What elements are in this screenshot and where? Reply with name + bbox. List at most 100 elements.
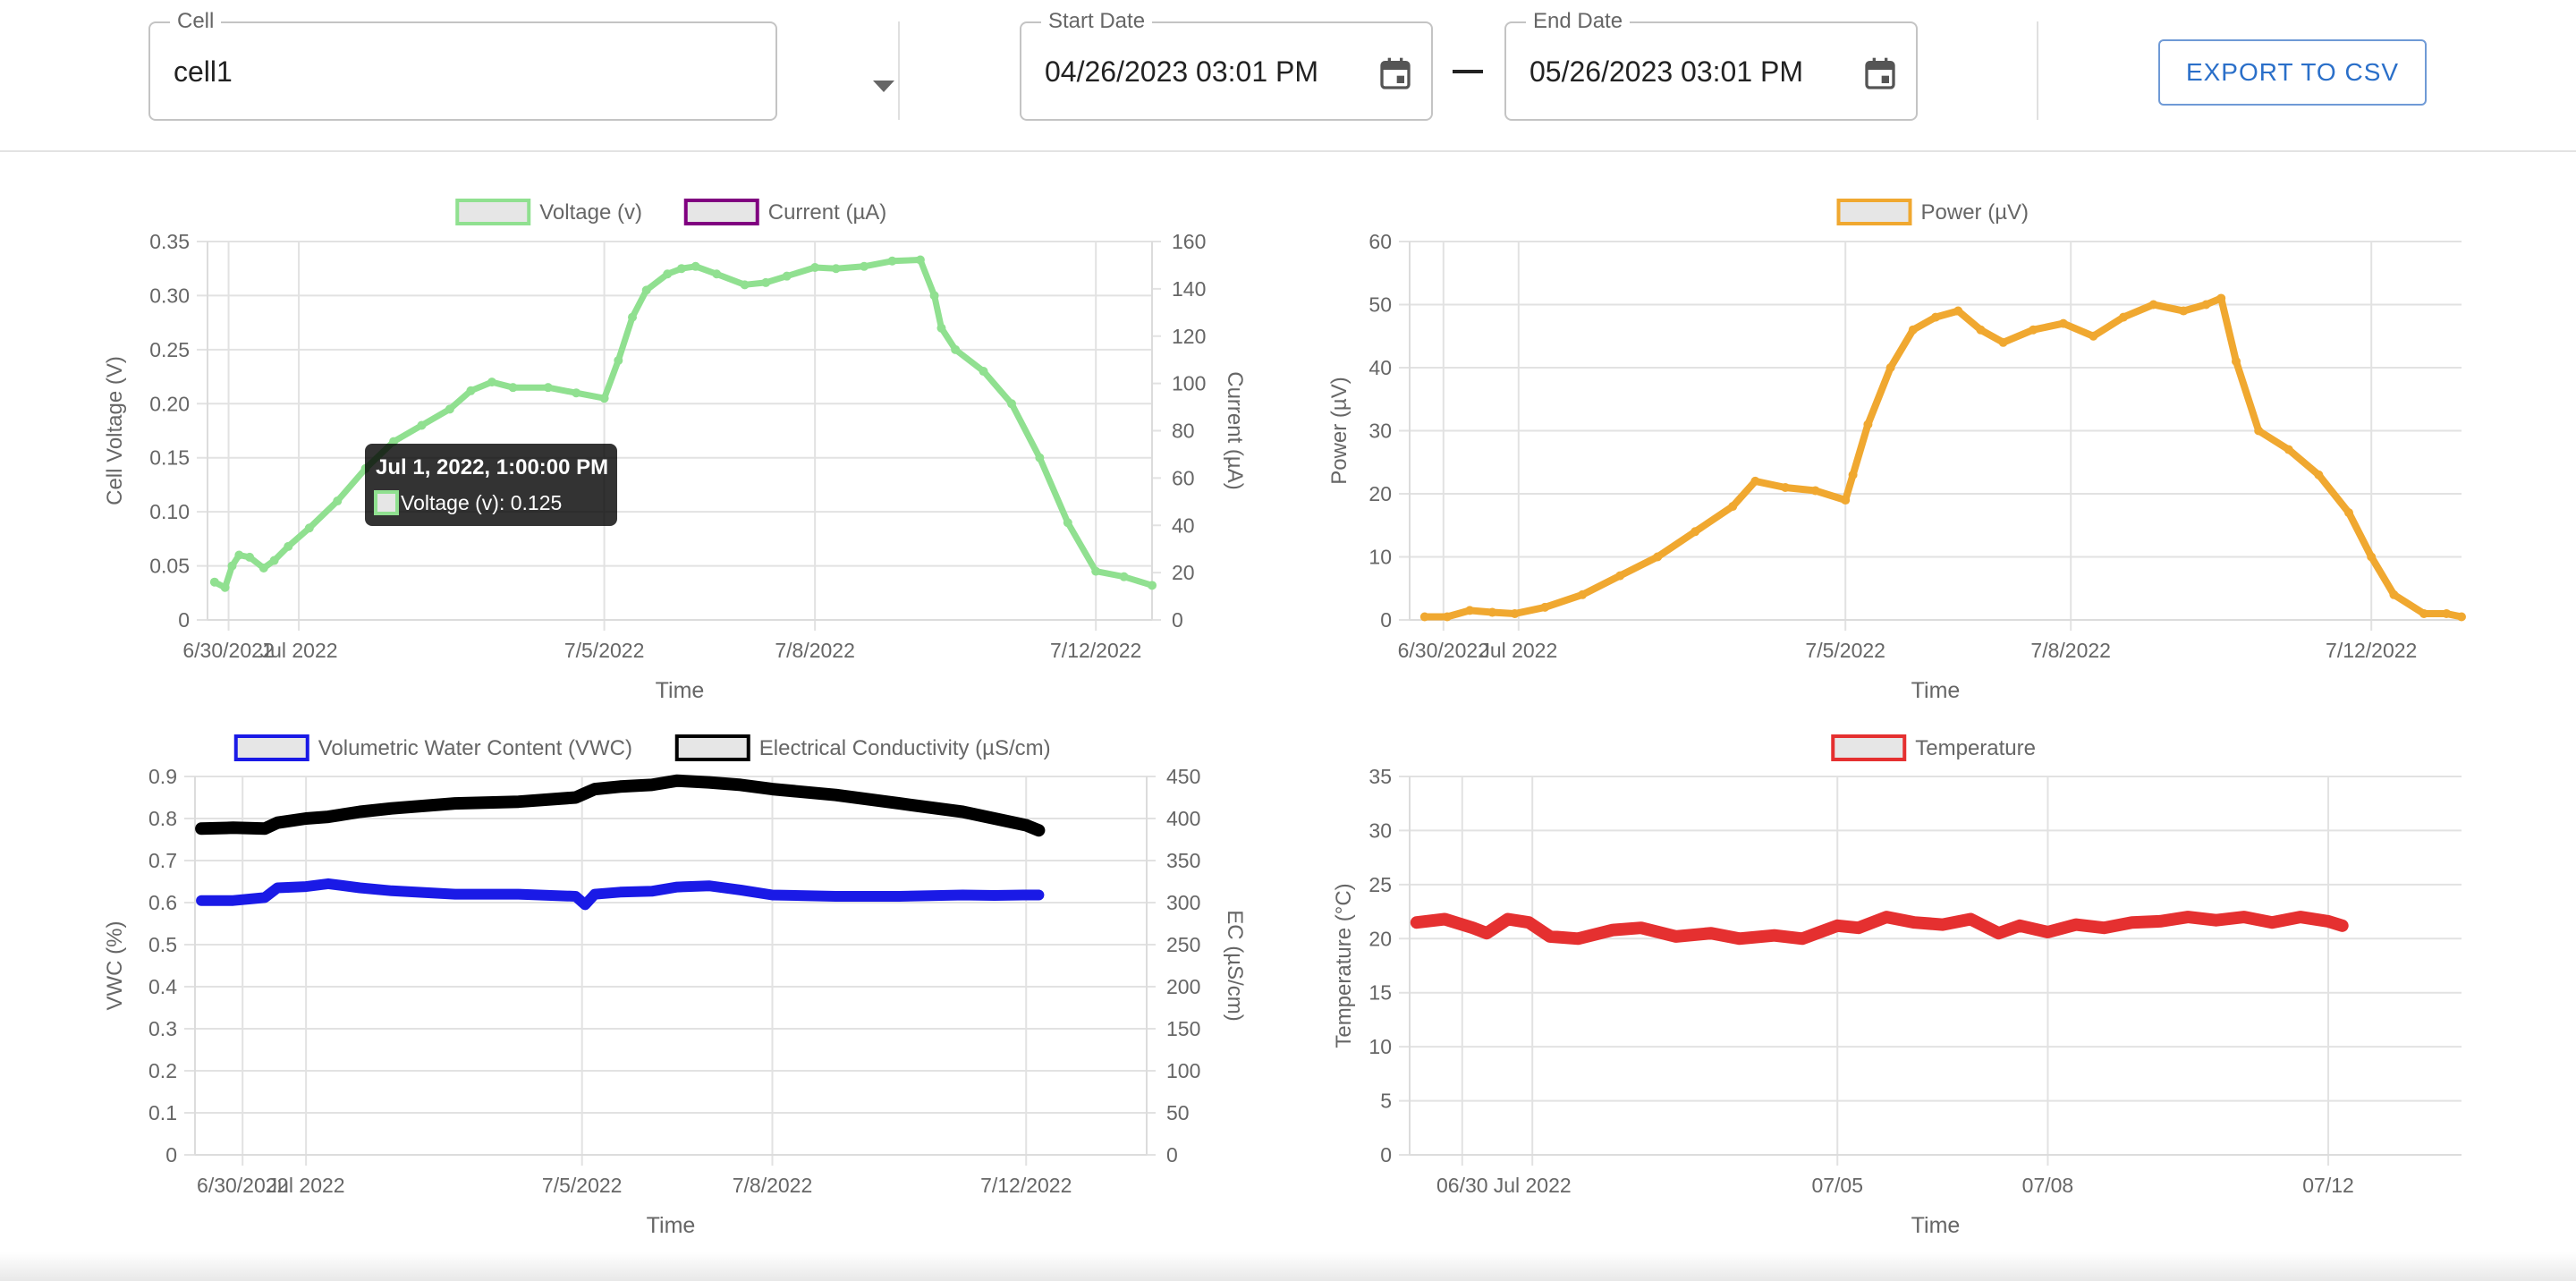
data-point[interactable] bbox=[614, 355, 623, 365]
y2-tick-label: 80 bbox=[1172, 420, 1195, 443]
data-point[interactable] bbox=[1863, 420, 1873, 429]
data-point[interactable] bbox=[2254, 426, 2264, 436]
data-point[interactable] bbox=[487, 378, 496, 387]
data-point[interactable] bbox=[628, 312, 638, 322]
data-point[interactable] bbox=[2119, 312, 2128, 322]
data-point[interactable] bbox=[951, 344, 961, 354]
data-point[interactable] bbox=[543, 383, 553, 393]
data-point[interactable] bbox=[209, 577, 219, 587]
data-point[interactable] bbox=[1750, 476, 1760, 486]
data-point[interactable] bbox=[1035, 453, 1045, 462]
legend-item[interactable]: Current (µA) bbox=[683, 199, 887, 225]
data-point[interactable] bbox=[2216, 293, 2226, 303]
legend-item[interactable]: Volumetric Water Content (VWC) bbox=[233, 734, 632, 761]
x-tick-label: 06/30 bbox=[1436, 1174, 1488, 1197]
y-tick-label: 60 bbox=[1368, 230, 1392, 253]
data-point[interactable] bbox=[234, 550, 244, 560]
data-point[interactable] bbox=[2029, 325, 2038, 335]
data-point[interactable] bbox=[979, 367, 988, 377]
data-point[interactable] bbox=[2457, 612, 2466, 622]
data-point[interactable] bbox=[2058, 318, 2068, 328]
data-point[interactable] bbox=[663, 269, 673, 279]
data-point[interactable] bbox=[2389, 590, 2399, 599]
data-point[interactable] bbox=[676, 264, 686, 274]
data-point[interactable] bbox=[1487, 607, 1497, 617]
data-point[interactable] bbox=[1510, 608, 1520, 618]
data-point[interactable] bbox=[2089, 331, 2098, 341]
data-point[interactable] bbox=[1976, 325, 1986, 335]
data-point[interactable] bbox=[2284, 445, 2293, 454]
data-point[interactable] bbox=[1728, 502, 1738, 512]
data-point[interactable] bbox=[1063, 518, 1072, 528]
data-point[interactable] bbox=[1615, 571, 1625, 581]
data-point[interactable] bbox=[2314, 470, 2324, 479]
data-point[interactable] bbox=[1998, 337, 2008, 347]
legend-item[interactable]: Temperature bbox=[1831, 734, 2036, 761]
data-point[interactable] bbox=[2367, 552, 2377, 562]
data-point[interactable] bbox=[1781, 482, 1790, 492]
data-point[interactable] bbox=[2179, 306, 2189, 316]
data-point[interactable] bbox=[333, 496, 343, 506]
data-point[interactable] bbox=[1653, 552, 1663, 562]
y2-tick-label: 350 bbox=[1166, 849, 1200, 872]
data-point[interactable] bbox=[417, 420, 427, 430]
data-point[interactable] bbox=[1540, 602, 1550, 612]
data-point[interactable] bbox=[1953, 306, 1963, 316]
y-axis-title: VWC (%) bbox=[103, 921, 127, 1011]
data-point[interactable] bbox=[572, 388, 581, 398]
data-point[interactable] bbox=[1931, 312, 1940, 322]
data-point[interactable] bbox=[445, 404, 454, 414]
data-point[interactable] bbox=[1119, 572, 1129, 581]
legend-item[interactable]: Power (µV) bbox=[1836, 199, 2029, 225]
data-point[interactable] bbox=[831, 264, 841, 274]
data-point[interactable] bbox=[1148, 581, 1157, 590]
y2-tick-label: 150 bbox=[1166, 1017, 1200, 1040]
x-tick-label: Jul 2022 bbox=[267, 1174, 345, 1197]
data-point[interactable] bbox=[1848, 470, 1858, 479]
data-point[interactable] bbox=[2232, 356, 2241, 366]
data-point[interactable] bbox=[1465, 606, 1475, 615]
data-point[interactable] bbox=[1908, 325, 1918, 335]
data-point[interactable] bbox=[245, 552, 255, 562]
data-point[interactable] bbox=[1690, 527, 1700, 537]
legend-label: Volumetric Water Content (VWC) bbox=[318, 736, 632, 760]
data-point[interactable] bbox=[810, 263, 820, 273]
data-point[interactable] bbox=[2442, 608, 2452, 618]
data-point[interactable] bbox=[1578, 590, 1588, 599]
y2-tick-label: 100 bbox=[1172, 372, 1206, 395]
data-point[interactable] bbox=[860, 261, 869, 271]
data-point[interactable] bbox=[304, 523, 314, 533]
data-point[interactable] bbox=[1443, 612, 1452, 622]
data-point[interactable] bbox=[258, 563, 268, 573]
data-point[interactable] bbox=[599, 394, 609, 403]
data-point[interactable] bbox=[284, 541, 293, 551]
data-point[interactable] bbox=[761, 277, 771, 287]
data-point[interactable] bbox=[936, 323, 946, 333]
data-point[interactable] bbox=[220, 582, 230, 592]
legend-item[interactable]: Voltage (v) bbox=[455, 199, 642, 225]
data-point[interactable] bbox=[641, 285, 651, 295]
data-point[interactable] bbox=[2148, 300, 2158, 310]
data-point[interactable] bbox=[1841, 496, 1851, 505]
data-point[interactable] bbox=[466, 386, 476, 395]
data-point[interactable] bbox=[691, 261, 700, 271]
x-tick-label: 7/8/2022 bbox=[775, 639, 855, 662]
data-point[interactable] bbox=[1885, 363, 1895, 372]
data-point[interactable] bbox=[2344, 508, 2353, 518]
data-point[interactable] bbox=[887, 256, 897, 266]
data-point[interactable] bbox=[1810, 486, 1820, 496]
data-point[interactable] bbox=[782, 271, 792, 281]
data-point[interactable] bbox=[269, 556, 279, 565]
data-point[interactable] bbox=[712, 269, 722, 279]
data-point[interactable] bbox=[508, 383, 518, 393]
data-point[interactable] bbox=[1006, 399, 1016, 409]
data-point[interactable] bbox=[227, 561, 237, 571]
data-point[interactable] bbox=[2201, 300, 2211, 310]
data-point[interactable] bbox=[1091, 566, 1101, 576]
data-point[interactable] bbox=[1419, 612, 1429, 622]
legend-item[interactable]: Electrical Conductivity (µS/cm) bbox=[674, 734, 1051, 761]
data-point[interactable] bbox=[915, 255, 925, 265]
data-point[interactable] bbox=[2419, 608, 2428, 618]
data-point[interactable] bbox=[740, 280, 750, 290]
data-point[interactable] bbox=[929, 291, 939, 301]
